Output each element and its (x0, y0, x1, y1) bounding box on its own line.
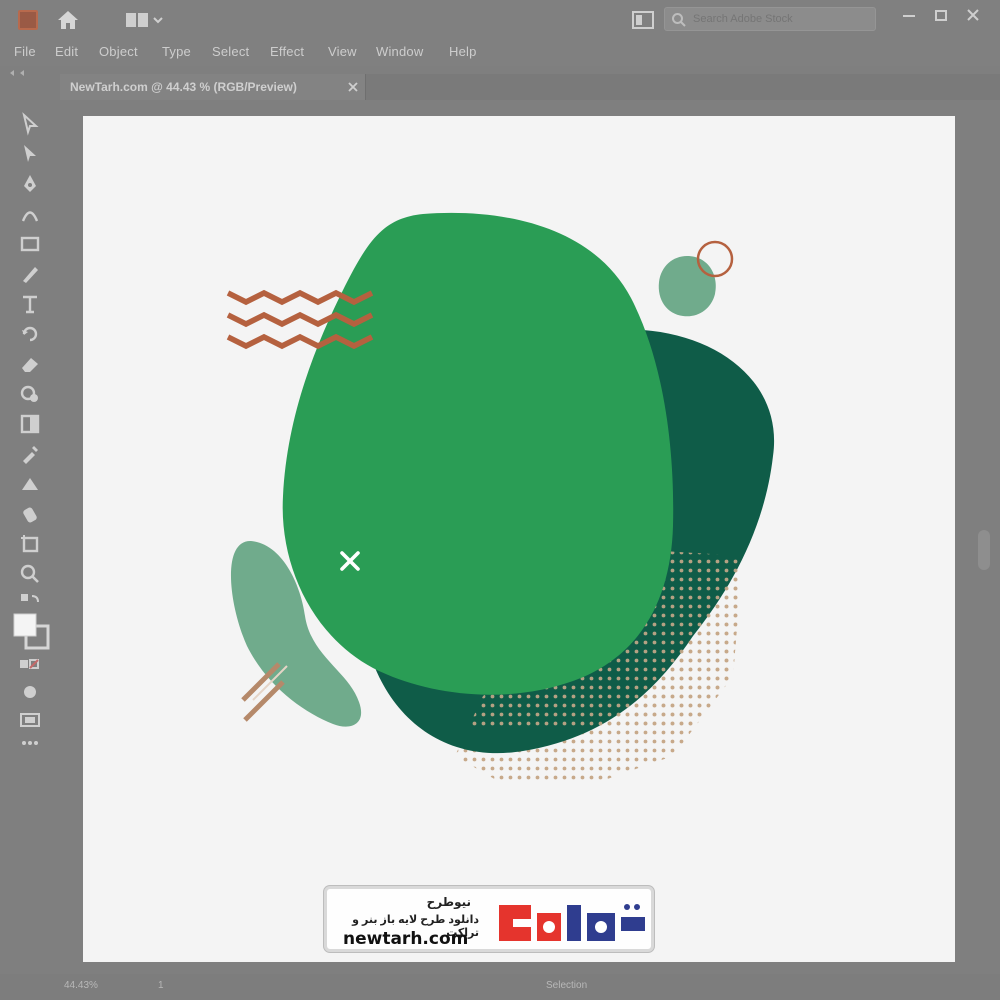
menu-edit[interactable]: Edit (55, 44, 78, 59)
direct-selection-tool-icon[interactable] (18, 142, 42, 166)
arrange-documents-icon[interactable] (632, 11, 654, 29)
eyedropper-tool-icon[interactable] (18, 442, 42, 466)
curvature-tool-icon[interactable] (18, 202, 42, 226)
workspace-switcher-icon[interactable] (124, 11, 164, 29)
toolbar-collapse-icon[interactable] (0, 66, 60, 80)
menu-effect[interactable]: Effect (270, 44, 304, 59)
illustration (226, 212, 775, 784)
eraser-tool-icon[interactable] (18, 352, 42, 376)
menu-file[interactable]: File (14, 44, 36, 59)
search-icon (672, 13, 686, 27)
artboard-canvas[interactable] (83, 116, 955, 962)
draw-mode-icon[interactable] (18, 680, 42, 704)
gradient-tool-icon[interactable] (18, 412, 42, 436)
pencil-tool-icon[interactable] (18, 262, 42, 286)
status-bar: 44.43% 1 Selection (0, 974, 1000, 1000)
watermark-badge: نیوطرح دانلود طرح لایه باز بنر و تراکت n… (324, 886, 654, 952)
menu-type[interactable]: Type (162, 44, 191, 59)
close-icon[interactable] (346, 80, 360, 94)
close-window-icon[interactable] (962, 6, 984, 24)
search-input[interactable] (693, 11, 869, 27)
menu-object[interactable]: Object (99, 44, 138, 59)
current-tool-status: Selection (546, 980, 588, 991)
application-bar (0, 0, 1000, 38)
illustrator-logo-icon (18, 10, 38, 30)
document-tab[interactable]: NewTarh.com @ 44.43 % (RGB/Preview) (60, 74, 366, 100)
restore-icon[interactable] (930, 6, 952, 24)
selection-tool-icon[interactable] (18, 112, 42, 136)
swap-colors-icon[interactable] (18, 590, 42, 614)
shape-builder-tool-icon[interactable] (18, 382, 42, 406)
menu-window[interactable]: Window (376, 44, 423, 59)
small-green-blob (658, 256, 716, 317)
blend-tool-icon[interactable] (18, 472, 42, 496)
menu-select[interactable]: Select (212, 44, 249, 59)
pen-tool-icon[interactable] (18, 172, 42, 196)
symbol-sprayer-tool-icon[interactable] (18, 502, 42, 526)
artboard-tool-icon[interactable] (18, 532, 42, 556)
rectangle-tool-icon[interactable] (18, 232, 42, 256)
scrollbar-thumb[interactable] (978, 530, 990, 570)
screen-mode-icon[interactable] (18, 708, 42, 732)
search-stock-box[interactable] (664, 7, 876, 31)
zoom-tool-icon[interactable] (18, 562, 42, 586)
zoom-level[interactable]: 44.43% (64, 980, 98, 991)
home-icon[interactable] (57, 10, 79, 30)
document-tab-bar: NewTarh.com @ 44.43 % (RGB/Preview) (60, 74, 1000, 100)
main-green-blob (282, 212, 674, 695)
ring-outline (696, 240, 734, 278)
rotate-tool-icon[interactable] (18, 322, 42, 346)
tools-panel (8, 106, 52, 746)
color-mode-icon[interactable] (18, 652, 42, 676)
menu-help[interactable]: Help (449, 44, 477, 59)
minimize-icon[interactable] (898, 6, 920, 24)
type-tool-icon[interactable] (18, 292, 42, 316)
more-tools-icon[interactable] (18, 738, 42, 748)
watermark-domain: newtarh.com (343, 929, 469, 949)
vertical-scrollbar[interactable] (974, 110, 994, 970)
artboard-number[interactable]: 1 (158, 980, 164, 991)
menu-bar: File Edit Object Type Select Effect View… (0, 38, 1000, 66)
document-tab-title: NewTarh.com @ 44.43 % (RGB/Preview) (70, 80, 297, 94)
newtarh-logo-icon (499, 904, 645, 941)
menu-view[interactable]: View (328, 44, 357, 59)
fill-stroke-swatch-icon[interactable] (12, 612, 52, 650)
watermark-brand: نیوطرح (426, 895, 471, 909)
